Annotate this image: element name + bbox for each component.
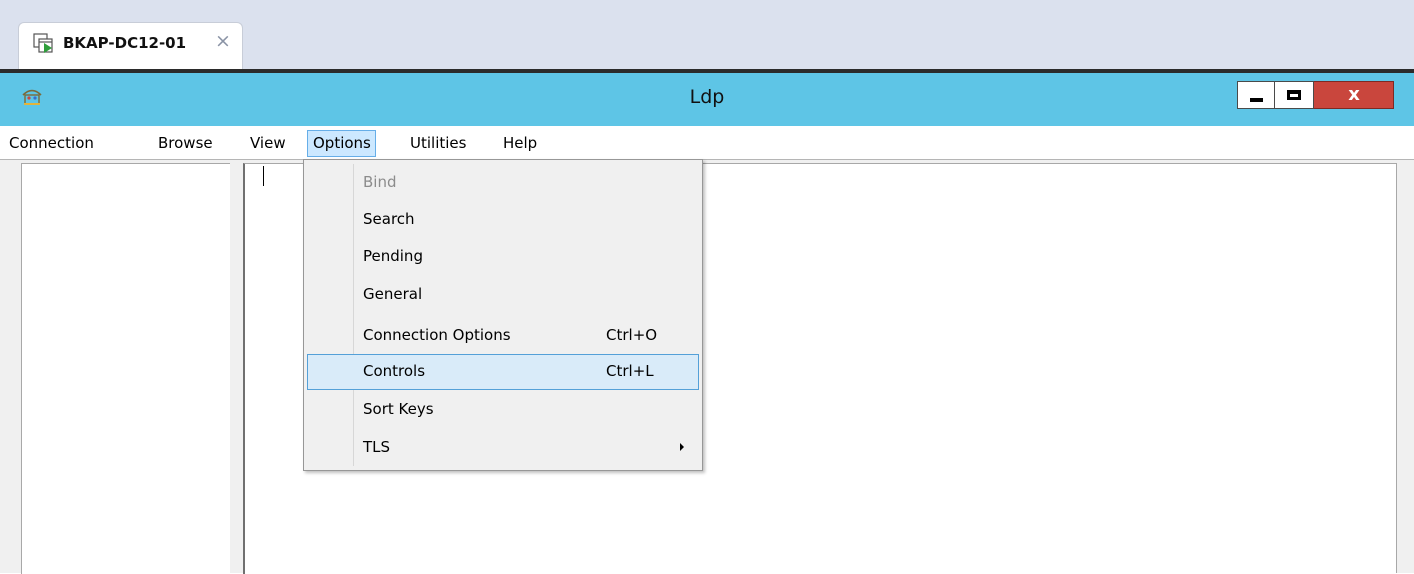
maximize-button[interactable] (1275, 81, 1314, 109)
menu-item-connection-options[interactable]: Connection Options Ctrl+O (308, 319, 698, 353)
menu-item-label: Pending (363, 247, 423, 265)
menu-item-controls[interactable]: Controls Ctrl+L (307, 354, 699, 390)
maximize-icon (1287, 90, 1301, 100)
menu-item-shortcut: Ctrl+O (606, 326, 658, 344)
menu-item-sort-keys[interactable]: Sort Keys (308, 393, 698, 427)
menu-item-label: General (363, 285, 423, 303)
menu-item-label: Sort Keys (363, 400, 434, 418)
menu-item-label: Search (363, 210, 415, 228)
close-icon: x (1348, 84, 1360, 105)
window-titlebar[interactable]: Ldp x (0, 73, 1414, 126)
options-dropdown-menu: Bind Search Pending General Connection O… (303, 159, 703, 471)
tree-view-pane[interactable] (21, 163, 230, 574)
host-tab-title: BKAP-DC12-01 (63, 34, 187, 52)
minimize-button[interactable] (1237, 81, 1275, 109)
minimize-icon (1250, 98, 1263, 102)
text-caret (263, 166, 264, 186)
menu-item-general[interactable]: General (308, 278, 698, 312)
menu-item-tls[interactable]: TLS (308, 431, 698, 465)
menu-item-pending[interactable]: Pending (308, 240, 698, 274)
host-tab[interactable]: BKAP-DC12-01 × (18, 22, 243, 69)
remote-desktop-icon (33, 33, 55, 57)
menu-item-label: TLS (363, 438, 391, 456)
close-button[interactable]: x (1314, 81, 1394, 109)
menu-help[interactable]: Help (503, 134, 537, 152)
menu-connection[interactable]: Connection (9, 134, 94, 152)
host-tab-strip: BKAP-DC12-01 × (0, 0, 1414, 70)
submenu-arrow-icon (680, 443, 684, 451)
menu-view[interactable]: View (250, 134, 286, 152)
menu-item-label: Connection Options (363, 326, 511, 344)
client-area (0, 160, 1414, 574)
menu-browse[interactable]: Browse (158, 134, 213, 152)
menu-item-label: Bind (363, 173, 397, 191)
menu-bar: Connection Browse View Options Utilities… (0, 126, 1414, 160)
menu-item-label: Controls (363, 362, 426, 380)
menu-item-bind: Bind (308, 166, 698, 200)
window-title: Ldp (689, 86, 725, 108)
menu-item-shortcut: Ctrl+L (606, 362, 654, 380)
menu-item-search[interactable]: Search (308, 203, 698, 237)
close-icon[interactable]: × (215, 30, 231, 52)
menu-utilities[interactable]: Utilities (410, 134, 466, 152)
pane-splitter[interactable] (230, 163, 243, 573)
menu-options[interactable]: Options (307, 130, 376, 157)
window-right-edge (1396, 163, 1414, 573)
